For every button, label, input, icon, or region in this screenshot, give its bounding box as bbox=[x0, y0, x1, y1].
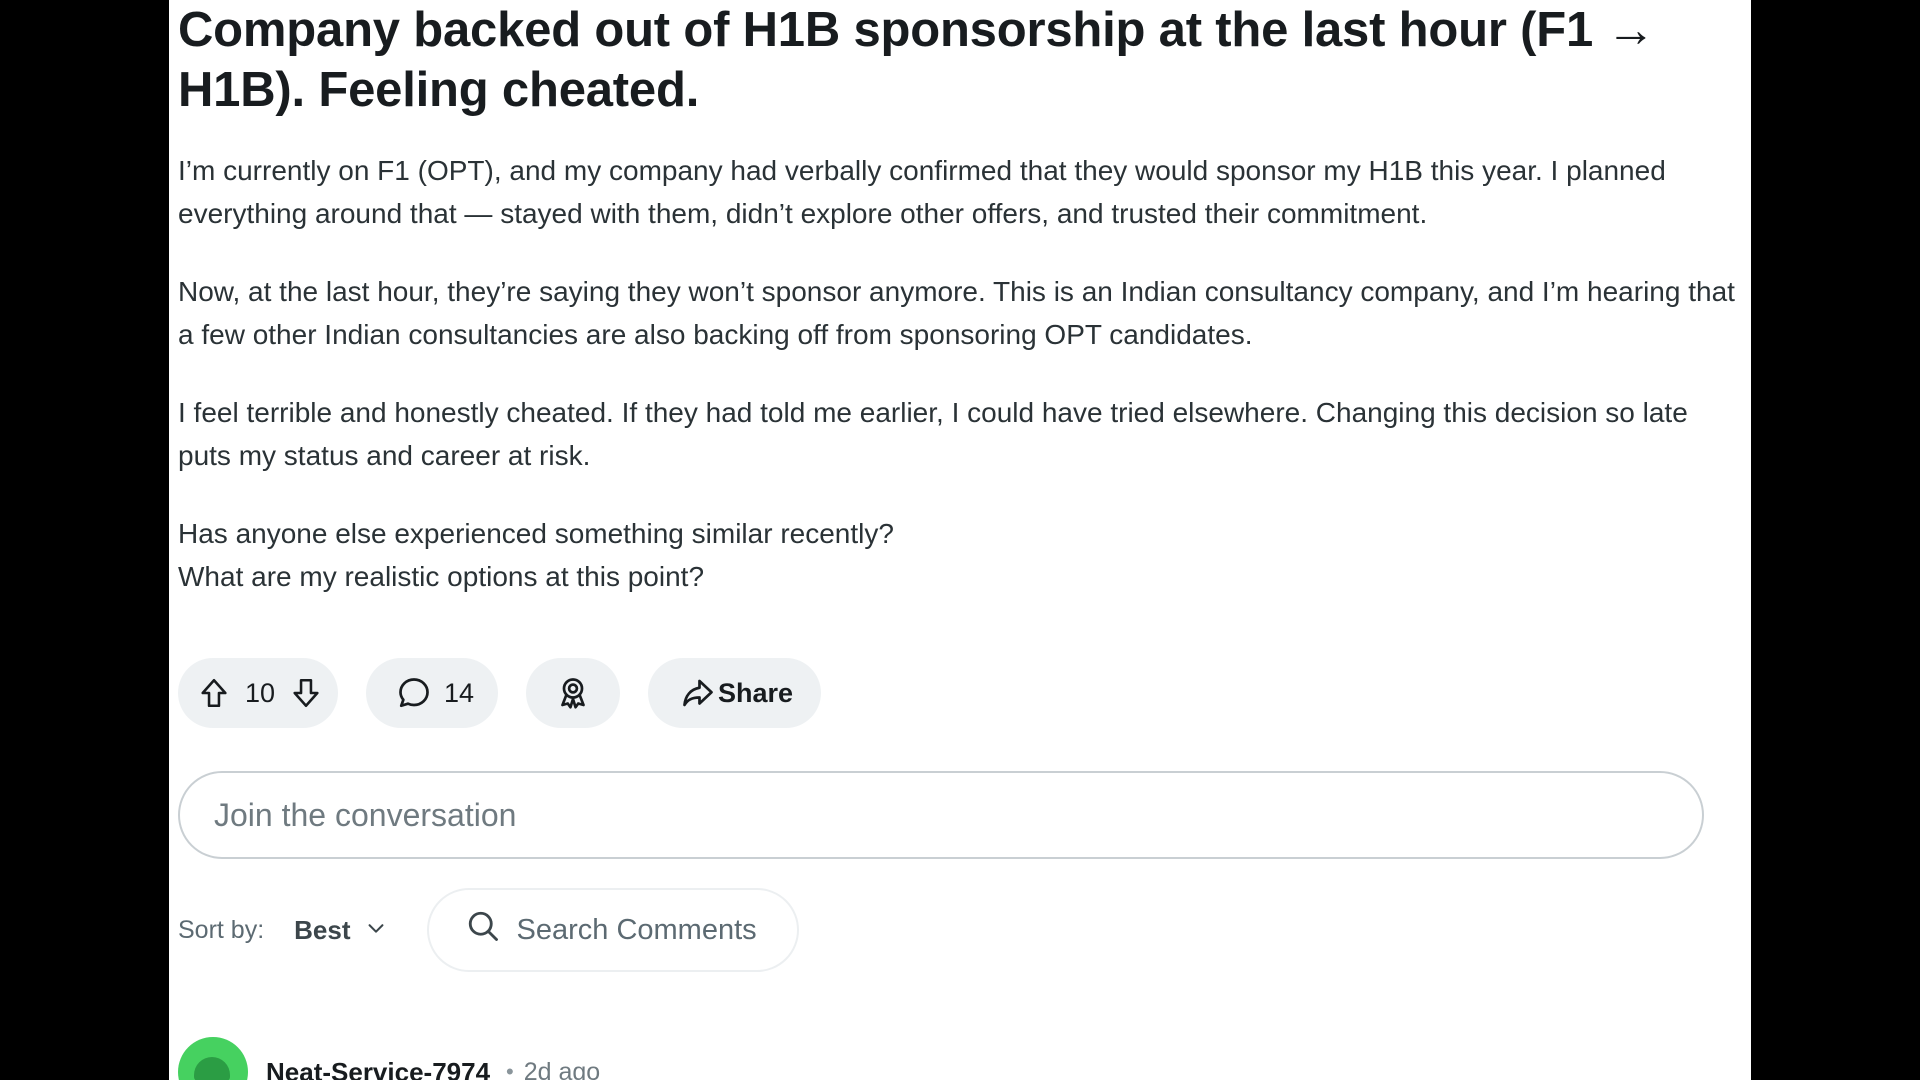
post-paragraph: I’m currently on F1 (OPT), and my compan… bbox=[178, 155, 1666, 229]
comment-count: 14 bbox=[443, 677, 474, 708]
comment-timestamp: 2d ago bbox=[523, 1057, 601, 1080]
sort-selected-value: Best bbox=[294, 914, 351, 945]
sort-dropdown[interactable]: Best bbox=[294, 915, 386, 946]
vote-control: 10 bbox=[178, 658, 338, 728]
downvote-arrow-icon[interactable] bbox=[286, 673, 326, 713]
viewport: Company backed out of H1B sponsorship at… bbox=[0, 0, 1920, 1080]
post-paragraph: Has anyone else experienced something si… bbox=[178, 518, 894, 592]
comment-header: Neat-Service-7974 • 2d ago bbox=[178, 1037, 601, 1080]
post-paragraph: Now, at the last hour, they’re saying th… bbox=[178, 276, 1735, 350]
vote-count: 10 bbox=[244, 677, 276, 708]
sort-label: Sort by: bbox=[178, 915, 265, 944]
join-conversation-input[interactable] bbox=[178, 771, 1704, 859]
search-icon bbox=[465, 908, 501, 952]
comments-toolbar: Sort by: Best Search Comments bbox=[178, 888, 799, 972]
share-arrow-icon bbox=[678, 673, 718, 713]
post-content-panel: Company backed out of H1B sponsorship at… bbox=[169, 0, 1751, 1080]
award-icon bbox=[553, 673, 593, 713]
chevron-down-icon bbox=[365, 915, 387, 946]
search-comments-label: Search Comments bbox=[516, 913, 757, 946]
comments-button[interactable]: 14 bbox=[366, 658, 498, 728]
share-label: Share bbox=[717, 677, 793, 708]
search-comments-button[interactable]: Search Comments bbox=[426, 888, 799, 972]
comment-username[interactable]: Neat-Service-7974 bbox=[266, 1057, 490, 1080]
separator-dot: • bbox=[506, 1059, 514, 1080]
post-body: I’m currently on F1 (OPT), and my compan… bbox=[178, 149, 1738, 633]
upvote-arrow-icon[interactable] bbox=[194, 673, 234, 713]
post-paragraph: I feel terrible and honestly cheated. If… bbox=[178, 397, 1688, 471]
award-button[interactable] bbox=[526, 658, 620, 728]
post-action-bar: 10 14 Share bbox=[178, 658, 821, 728]
post-title: Company backed out of H1B sponsorship at… bbox=[178, 3, 1656, 117]
share-button[interactable]: Share bbox=[648, 658, 821, 728]
comment-bubble-icon bbox=[394, 673, 434, 713]
avatar[interactable] bbox=[178, 1037, 248, 1080]
